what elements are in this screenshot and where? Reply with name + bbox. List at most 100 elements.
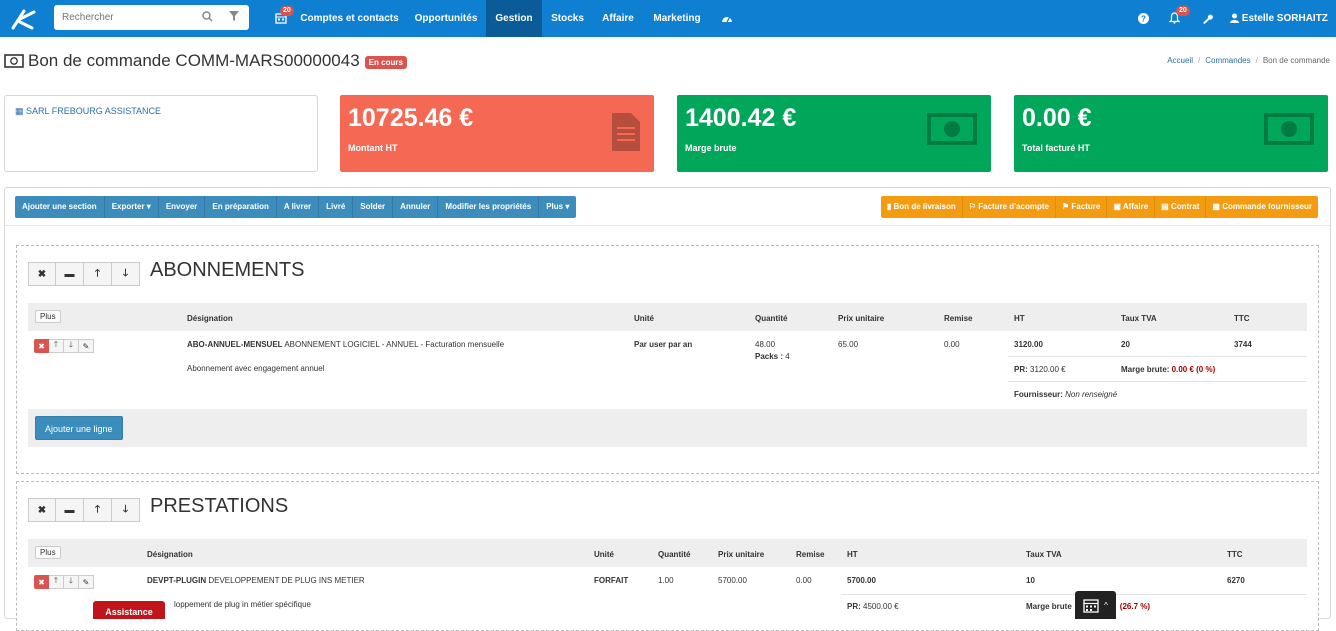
delete-section-button[interactable]: ✖	[28, 498, 56, 522]
line-qty: 48.00	[755, 340, 776, 349]
section-prestations: ✖ ▬ 🡑 🡓 PRESTATIONS Plus Désignation Uni…	[16, 481, 1319, 631]
delete-line-button[interactable]: ✖	[34, 575, 49, 589]
export-button[interactable]: Exporter ▾	[104, 196, 159, 218]
calendar-widget-button[interactable]: ^	[1075, 591, 1116, 619]
contract-button[interactable]: ▤ Contrat	[1155, 196, 1207, 218]
move-up-button[interactable]: 🡑	[84, 498, 112, 522]
action-toolbar: Ajouter une section Exporter ▾ Envoyer E…	[15, 196, 577, 218]
wrench-icon	[1202, 14, 1213, 24]
client-link[interactable]: SARL FREBOURG ASSISTANCE	[26, 106, 161, 116]
search-input[interactable]	[62, 12, 202, 23]
collapse-section-button[interactable]: ▬	[56, 262, 84, 286]
project-button[interactable]: ▣ Affaire	[1107, 196, 1156, 218]
col-ttc: TTC	[1227, 550, 1243, 559]
col-remise: Remise	[796, 550, 825, 559]
line-controls: ✖ 🡑 🡓 ✎	[34, 339, 94, 353]
document-icon	[612, 113, 640, 151]
filter-icon[interactable]	[229, 11, 239, 24]
more-button[interactable]: Plus ▾	[539, 196, 577, 218]
deposit-invoice-button[interactable]: ⚐ Facture d'acompte	[962, 196, 1056, 218]
kpi-montant-ht: 10725.46 € Montant HT	[340, 95, 654, 172]
help-button[interactable]: ?	[1133, 0, 1153, 37]
col-quantite: Quantité	[755, 314, 788, 323]
cancel-button[interactable]: Annuler	[393, 196, 439, 218]
nav-gestion[interactable]: Gestion	[486, 0, 542, 37]
line-designation: DEVPT-PLUGIN DEVELOPPEMENT DE PLUG INS M…	[147, 576, 365, 585]
line-packs: Packs : 4	[755, 352, 790, 361]
line-designation: ABO-ANNUEL-MENSUEL ABONNEMENT LOGICIEL -…	[187, 340, 504, 349]
nav-stocks[interactable]: Stocks	[544, 0, 591, 37]
col-designation: Désignation	[147, 550, 193, 559]
move-down-button[interactable]: 🡓	[112, 262, 140, 286]
kpi-total-facture: 0.00 € Total facturé HT	[1014, 95, 1328, 172]
breadcrumb-commandes[interactable]: Commandes	[1205, 56, 1250, 65]
user-menu[interactable]: Estelle SORHAITZ ▼	[1230, 0, 1330, 60]
line-unit: Par user par an	[634, 340, 693, 349]
delivery-note-button[interactable]: ▮ Bon de livraison	[880, 196, 963, 218]
divider	[1008, 356, 1307, 357]
line-price: 65.00	[838, 340, 859, 349]
nav-marketing[interactable]: Marketing	[647, 0, 707, 37]
search-icon[interactable]	[202, 11, 213, 25]
supplier-order-button[interactable]: ▦ Commande fournisseur	[1206, 196, 1318, 218]
settle-button[interactable]: Solder	[353, 196, 394, 218]
nav-comptes-contacts[interactable]: Comptes et contacts	[298, 0, 401, 37]
calendar-icon	[1083, 598, 1099, 613]
delivered-button[interactable]: Livré	[319, 196, 354, 218]
page-header: Bon de commande COMM-MARS00000043 En cou…	[4, 50, 407, 72]
to-deliver-button[interactable]: A livrer	[276, 196, 320, 218]
notifications-button[interactable]: 20	[1163, 0, 1190, 37]
notifications-badge: 20	[1176, 6, 1190, 16]
edit-properties-button[interactable]: Modifier les propriétés	[438, 196, 540, 218]
money-icon	[927, 113, 977, 145]
line-up-button[interactable]: 🡑	[49, 339, 64, 353]
col-prix-unitaire: Prix unitaire	[838, 314, 885, 323]
plus-button[interactable]: Plus	[35, 310, 61, 323]
breadcrumb-accueil[interactable]: Accueil	[1167, 56, 1193, 65]
building-icon: ▦	[15, 106, 24, 116]
dashboard-icon	[722, 17, 732, 23]
money-icon	[1264, 113, 1314, 145]
document-toolbar: ▮ Bon de livraison ⚐ Facture d'acompte ⚑…	[880, 196, 1318, 218]
line-down-button[interactable]: 🡓	[64, 339, 79, 353]
line-label: DEVELOPPEMENT DE PLUG INS METIER	[206, 576, 365, 585]
move-up-button[interactable]: 🡑	[84, 262, 112, 286]
search-box	[54, 5, 249, 30]
help-icon: ?	[1137, 12, 1149, 24]
order-icon: ▦	[1212, 202, 1220, 211]
assistance-button[interactable]: Assistance	[93, 601, 165, 619]
client-box: ▦ SARL FREBOURG ASSISTANCE	[4, 95, 318, 172]
edit-line-button[interactable]: ✎	[79, 575, 94, 589]
line-description: loppement de plug in métier spécifique	[174, 600, 311, 609]
dashboard-nav-button[interactable]	[714, 0, 740, 37]
table-header: Plus Désignation Unité Quantité Prix uni…	[28, 303, 1307, 331]
add-section-button[interactable]: Ajouter une section	[15, 196, 105, 218]
line-discount: 0.00	[944, 340, 960, 349]
line-price: 5700.00	[718, 576, 747, 585]
app-logo[interactable]	[0, 0, 48, 37]
calendar-nav-button[interactable]: 20	[267, 0, 295, 37]
line-description: Abonnement avec engagement annuel	[187, 364, 325, 373]
line-up-button[interactable]: 🡑	[49, 575, 64, 589]
send-button[interactable]: Envoyer	[158, 196, 206, 218]
col-designation: Désignation	[187, 314, 233, 323]
move-down-button[interactable]: 🡓	[112, 498, 140, 522]
collapse-section-button[interactable]: ▬	[56, 498, 84, 522]
line-tva: 10	[1026, 576, 1035, 585]
divider	[841, 594, 1307, 595]
invoice-button[interactable]: ⚑ Facture	[1056, 196, 1108, 218]
add-line-button[interactable]: Ajouter une ligne	[35, 416, 123, 440]
nav-opportunites[interactable]: Opportunités	[407, 0, 485, 37]
edit-line-button[interactable]: ✎	[79, 339, 94, 353]
kpi-label: Montant HT	[348, 143, 398, 153]
settings-button[interactable]	[1197, 0, 1217, 37]
delete-section-button[interactable]: ✖	[28, 262, 56, 286]
line-qty: 1.00	[658, 576, 674, 585]
nav-affaire[interactable]: Affaire	[596, 0, 640, 37]
line-controls: ✖ 🡑 🡓 ✎	[34, 575, 94, 589]
delete-line-button[interactable]: ✖	[34, 339, 49, 353]
plus-button[interactable]: Plus	[35, 546, 61, 559]
line-code: DEVPT-PLUGIN	[147, 576, 207, 585]
in-preparation-button[interactable]: En préparation	[205, 196, 277, 218]
line-down-button[interactable]: 🡓	[64, 575, 79, 589]
